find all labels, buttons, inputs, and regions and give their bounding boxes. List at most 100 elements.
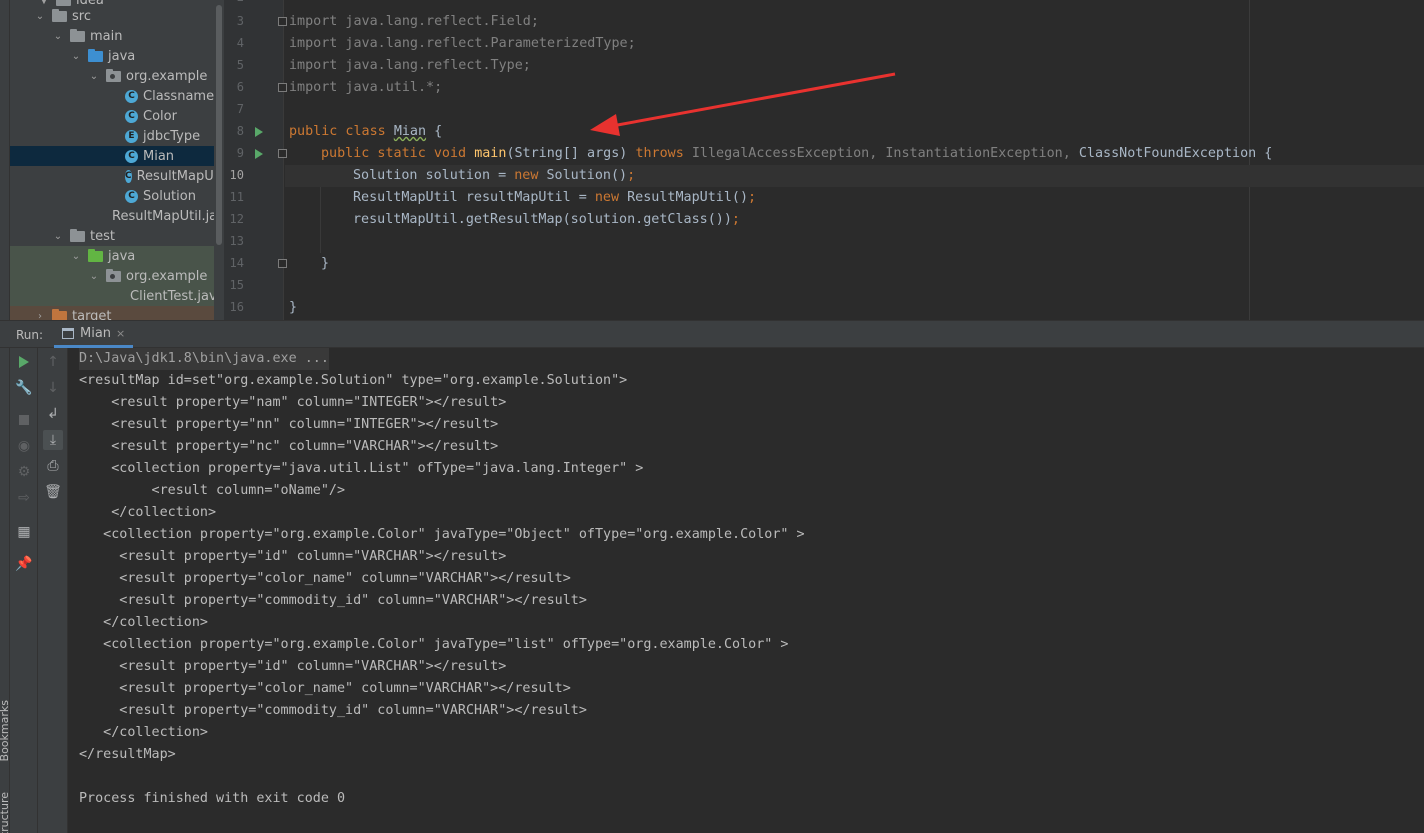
tree-item-clienttest-java[interactable]: ClientTest.java: [10, 286, 224, 306]
line-number: 6: [236, 80, 244, 94]
line-number: 2: [224, 0, 244, 4]
line-number: 14: [229, 256, 244, 270]
code-line-9: public static void main(String[] args) t…: [321, 146, 1273, 161]
chevron-down-icon[interactable]: ⌄: [52, 31, 64, 42]
enum-icon: E: [125, 129, 138, 143]
chevron-down-icon[interactable]: ⌄: [88, 71, 100, 82]
console-line: <collection property="org.example.Color"…: [79, 637, 789, 652]
scroll-to-end-icon: ⤓: [49, 432, 57, 448]
tree-item-classname[interactable]: C Classname: [10, 86, 224, 106]
console-line: <result property="commodity_id" column="…: [79, 703, 587, 718]
side-tool-strip: Bookmarks Structure: [0, 0, 11, 833]
tree-item-test[interactable]: ⌄ test: [10, 226, 224, 246]
package-icon: [106, 268, 121, 282]
screenshot-button[interactable]: ◉: [14, 436, 34, 456]
console-output[interactable]: D:\Java\jdk1.8\bin\java.exe ... <resultM…: [68, 348, 1424, 833]
console-line: <result property="commodity_id" column="…: [79, 593, 587, 608]
line-number: 11: [229, 190, 244, 204]
trash-icon: 🗑: [44, 484, 62, 500]
tree-item-test-java[interactable]: ⌄ java: [10, 246, 224, 266]
chevron-down-icon[interactable]: ⌄: [52, 231, 64, 242]
console-command-line[interactable]: D:\Java\jdk1.8\bin\java.exe ...: [79, 348, 329, 370]
arrow-up-icon: ↑: [47, 354, 59, 370]
run-toolbar-secondary: ↑ ↓ ↲ ⤓ ⎙ 🗑: [38, 348, 68, 833]
run-main-icon[interactable]: [255, 149, 263, 159]
line-number: 10: [229, 168, 244, 182]
code-editor[interactable]: 2 3 4 5 6 7 8 9 10 11 12 13 14 15 16 imp…: [224, 0, 1424, 320]
line-number: 3: [236, 14, 244, 28]
tree-item-main[interactable]: ⌄ main: [10, 26, 224, 46]
line-number: 4: [236, 36, 244, 50]
console-line: <result column="oName"/>: [79, 483, 346, 498]
tree-item-resultmaputil[interactable]: C ResultMapUtil: [10, 166, 224, 186]
stop-button[interactable]: [14, 410, 34, 430]
code-line-8: public class Mian {: [289, 124, 443, 139]
tree-item-solution[interactable]: C Solution: [10, 186, 224, 206]
tree-item-jdbctype[interactable]: EjdbcType: [10, 126, 224, 146]
class-icon: C: [125, 109, 138, 123]
line-number: 8: [236, 124, 244, 138]
tree-item-target[interactable]: › target: [10, 306, 224, 320]
exit-button[interactable]: ⇨: [14, 488, 34, 508]
code-line-3: import java.lang.reflect.Field;: [289, 14, 539, 29]
code-line-11: ResultMapUtil resultMapUtil = new Result…: [353, 190, 757, 205]
print-button[interactable]: ⎙: [43, 456, 63, 476]
pin-tab-button[interactable]: 📌: [14, 554, 34, 574]
chevron-down-icon[interactable]: ▼: [38, 0, 50, 6]
camera-icon: ◉: [17, 438, 31, 454]
rerun-button[interactable]: [14, 352, 34, 372]
chevron-down-icon[interactable]: ⌄: [70, 251, 82, 262]
chevron-right-icon[interactable]: ›: [34, 311, 46, 321]
tree-item-resultmaputil-java[interactable]: ResultMapUtil.java: [10, 206, 224, 226]
scroll-up-button[interactable]: ↑: [43, 352, 63, 372]
tree-item-main-java[interactable]: ⌄ java: [10, 46, 224, 66]
console-line: </resultMap>: [79, 747, 176, 762]
line-number: 9: [236, 146, 244, 160]
gear-icon: ⚙: [17, 464, 31, 480]
code-line-4: import java.lang.reflect.ParameterizedTy…: [289, 36, 636, 51]
layout-icon: ▦: [17, 524, 31, 540]
console-line: </collection>: [79, 725, 208, 740]
close-icon[interactable]: ×: [116, 327, 125, 340]
tree-item-color[interactable]: C Color: [10, 106, 224, 126]
run-class-icon[interactable]: [255, 127, 263, 137]
clear-all-button[interactable]: 🗑: [43, 482, 63, 502]
stop-icon: [19, 415, 29, 425]
console-line: <result property="color_name" column="VA…: [79, 681, 571, 696]
tree-scrollbar[interactable]: [214, 0, 224, 320]
line-number: 15: [229, 278, 244, 292]
tree-item-mian[interactable]: C Mian: [10, 146, 224, 166]
folder-icon: [52, 8, 67, 22]
folder-icon: [70, 228, 85, 242]
console-line: <result property="nam" column="INTEGER">…: [79, 395, 507, 410]
layout-button[interactable]: ▦: [14, 522, 34, 542]
modify-run-config-button[interactable]: 🔧: [14, 378, 34, 398]
pin-icon: 📌: [15, 556, 33, 572]
scroll-to-end-button[interactable]: ⤓: [43, 430, 63, 450]
tree-item-org-example[interactable]: ⌄ org.example: [10, 66, 224, 86]
run-tab-mian[interactable]: Mian ×: [54, 321, 134, 348]
scroll-down-button[interactable]: ↓: [43, 378, 63, 398]
soft-wrap-button[interactable]: ↲: [43, 404, 63, 424]
chevron-down-icon[interactable]: ⌄: [70, 51, 82, 62]
code-line-16: }: [289, 300, 298, 315]
class-icon: C: [125, 89, 138, 103]
line-number: 7: [236, 102, 244, 116]
printer-icon: ⎙: [47, 458, 59, 474]
console-line: <result property="nn" column="INTEGER"><…: [79, 417, 499, 432]
settings-button[interactable]: ⚙: [14, 462, 34, 482]
run-toolbar-primary: 🔧 ◉ ⚙ ⇨ ▦ 📌: [10, 348, 38, 833]
line-number: 5: [236, 58, 244, 72]
folder-icon: [70, 28, 85, 42]
console-line: </collection>: [79, 505, 217, 520]
code-line-12: resultMapUtil.getResultMap(solution.getC…: [353, 212, 740, 227]
console-line: <result property="id" column="VARCHAR"><…: [79, 549, 507, 564]
chevron-down-icon[interactable]: ⌄: [88, 271, 100, 282]
line-number: 16: [229, 300, 244, 314]
soft-wrap-icon: ↲: [47, 406, 59, 422]
tree-item-test-org-example[interactable]: ⌄ org.example: [10, 266, 224, 286]
tree-item-src[interactable]: ⌄ src: [10, 6, 224, 26]
chevron-down-icon[interactable]: ⌄: [34, 11, 46, 22]
code-line-6: import java.util.*;: [289, 80, 443, 95]
class-icon: C: [125, 189, 138, 203]
